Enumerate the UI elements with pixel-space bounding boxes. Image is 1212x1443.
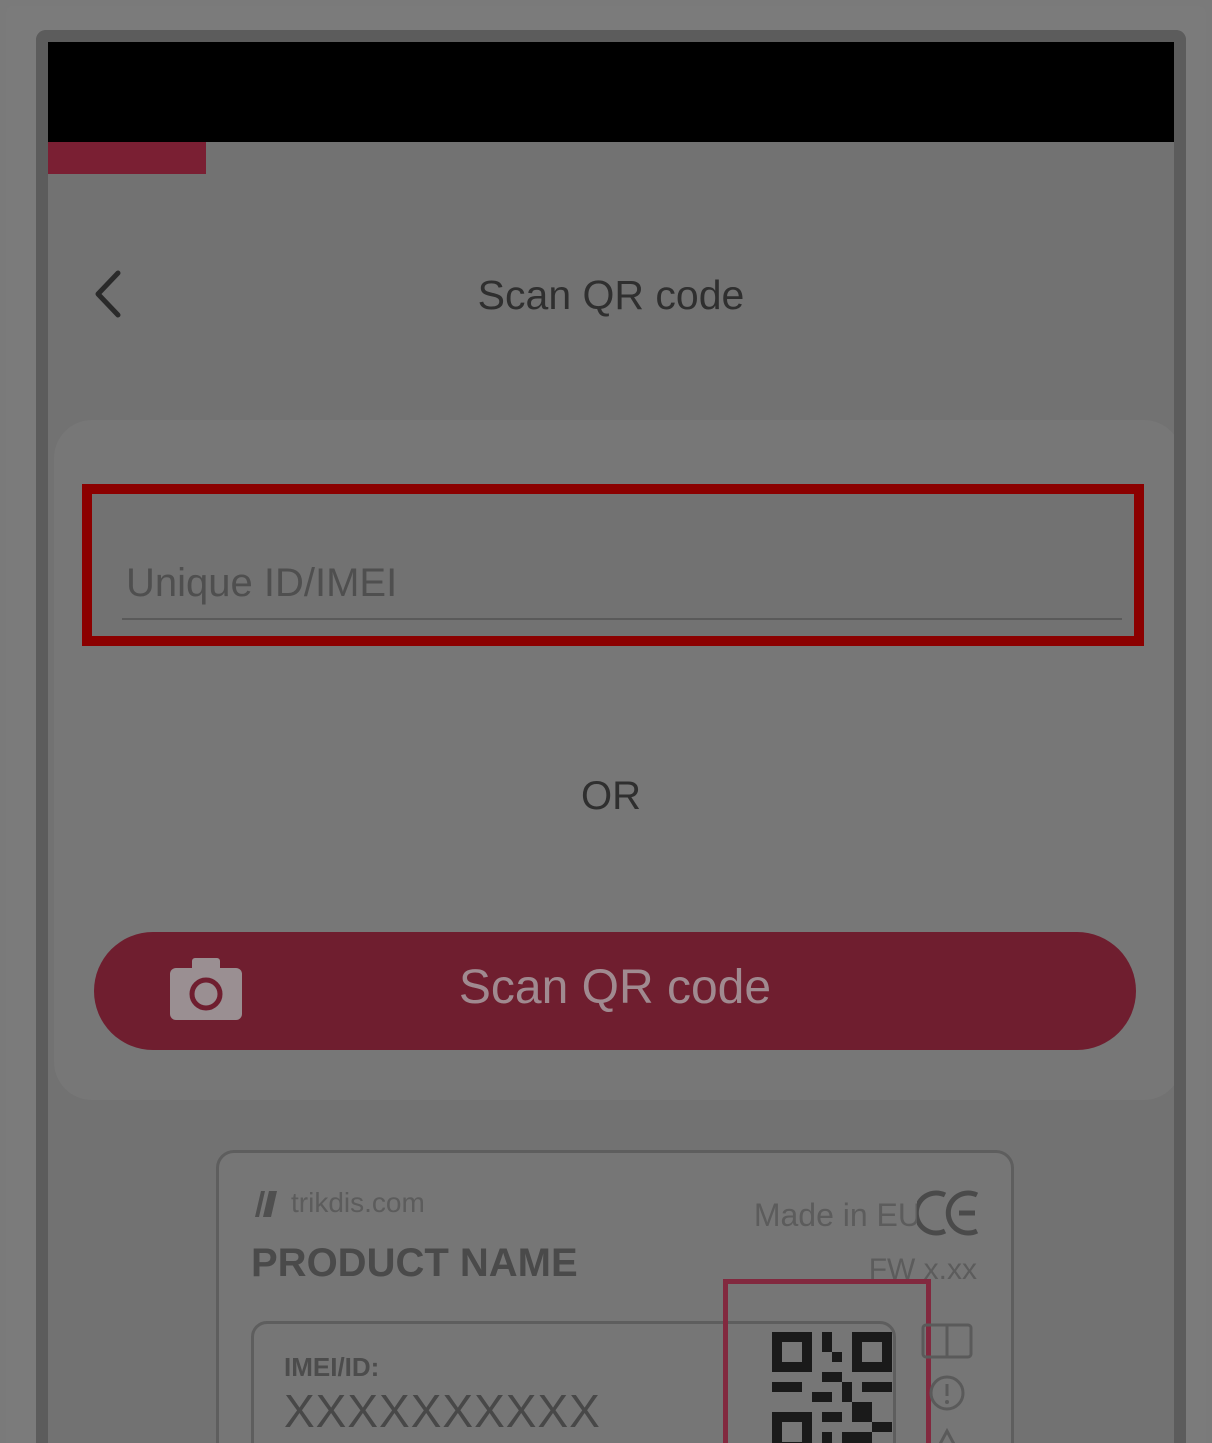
scan-qr-button[interactable]: Scan QR code xyxy=(94,932,1136,1050)
imei-label: IMEI/ID: xyxy=(284,1352,380,1382)
label-side-icons xyxy=(921,1323,973,1443)
brand-row: trikdis.com xyxy=(251,1183,425,1223)
made-in-text: Made in EU xyxy=(753,1197,921,1233)
qr-code-highlight xyxy=(723,1279,931,1443)
status-bar xyxy=(48,42,1174,142)
or-separator: OR xyxy=(581,774,641,818)
product-name: PRODUCT NAME xyxy=(251,1241,578,1285)
phone-screen: Scan QR code OR Scan QR code trikdis.com xyxy=(36,30,1186,1443)
ce-mark-icon xyxy=(917,1190,979,1236)
brand-text: trikdis.com xyxy=(291,1187,425,1218)
scan-button-label: Scan QR code xyxy=(458,961,772,1014)
qr-code-icon xyxy=(772,1332,892,1443)
unique-id-input[interactable] xyxy=(122,548,1122,620)
id-field-highlight xyxy=(82,484,1144,646)
page-title: Scan QR code xyxy=(477,272,745,318)
imei-value: XXXXXXXXXX xyxy=(284,1385,601,1437)
device-label-example: trikdis.com Made in EU PRODUCT NAME FW x… xyxy=(216,1150,1014,1443)
trikdis-logo-icon xyxy=(255,1191,277,1217)
progress-indicator xyxy=(48,142,206,174)
screenshot-frame: Scan QR code OR Scan QR code trikdis.com xyxy=(6,6,1206,1443)
